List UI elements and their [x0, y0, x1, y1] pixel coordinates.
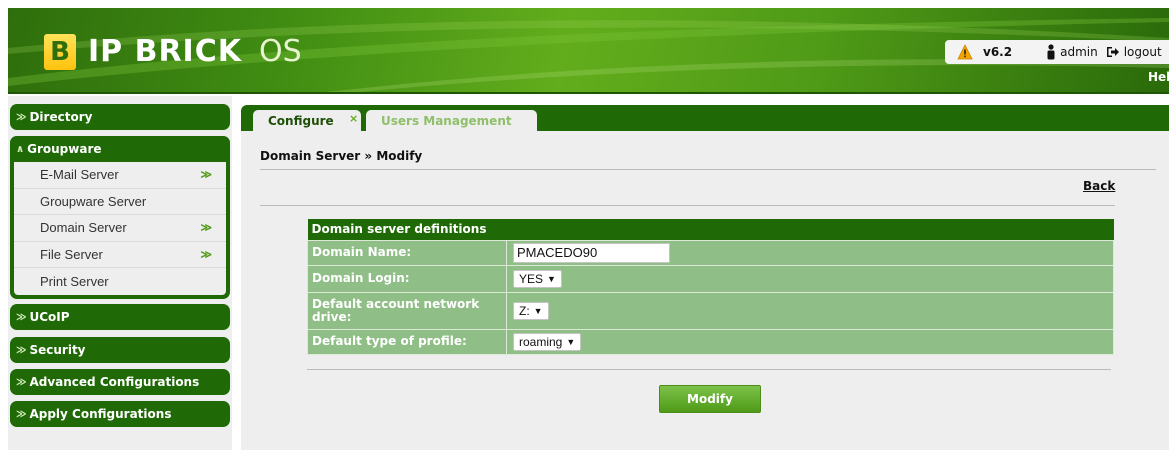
domain-name-label: Domain Name:	[307, 239, 507, 266]
dropdown-arrow-icon: ▼	[566, 336, 576, 347]
sidebar-item-label: Apply Configurations	[29, 407, 172, 421]
domain-login-label: Domain Login:	[307, 264, 507, 293]
logout-icon[interactable]	[1106, 46, 1120, 58]
logo-text: IP BRICK	[88, 34, 242, 69]
sidebar-item-security[interactable]: ≫ Security	[10, 337, 230, 363]
sidebar-item-apply-configurations[interactable]: ≫ Apply Configurations	[10, 401, 230, 427]
chevron-right-icon: ≫	[200, 222, 212, 235]
submenu-item-file-server[interactable]: File Server ≫	[14, 242, 226, 269]
tab-label: Users Management	[381, 113, 512, 128]
submenu-item-label: Print Server	[40, 274, 109, 290]
domain-login-select[interactable]: YES ▼	[513, 269, 562, 288]
chevron-right-icon: ≫	[200, 169, 212, 182]
sidebar-item-groupware[interactable]: ∧ Groupware	[10, 136, 230, 162]
sidebar-item-directory[interactable]: ≫ Directory	[10, 104, 230, 130]
groupware-submenu: E-Mail Server ≫ Groupware Server Domain …	[14, 162, 226, 295]
form-header: Domain server definitions	[307, 219, 1114, 240]
domain-server-form: Domain server definitions Domain Name: D…	[307, 219, 1114, 355]
back-link[interactable]: Back	[1083, 179, 1115, 193]
profile-type-select[interactable]: roaming ▼	[513, 332, 582, 351]
submenu-item-print-server[interactable]: Print Server	[14, 268, 226, 295]
submenu-item-label: Groupware Server	[40, 193, 147, 209]
warning-icon[interactable]	[957, 44, 973, 60]
chevron-up-icon: ∧	[16, 143, 25, 155]
sidebar-item-label: Groupware	[27, 142, 102, 156]
divider	[260, 205, 1115, 206]
user-icon	[1047, 44, 1055, 60]
sidebar-item-label: Advanced Configurations	[29, 375, 200, 389]
chevron-right-icon: ≫	[16, 408, 27, 420]
divider	[307, 369, 1111, 370]
modify-button[interactable]: Modify	[659, 385, 761, 413]
sidebar: ≫ Directory ∧ Groupware E-Mail Server ≫ …	[8, 96, 232, 450]
username-link[interactable]: admin	[1060, 45, 1098, 59]
tab-bar: Configure × Users Management	[241, 105, 1169, 131]
submenu-item-groupware-server[interactable]: Groupware Server	[14, 189, 226, 216]
divider	[260, 169, 1156, 170]
select-value: YES	[519, 271, 544, 286]
app-header: B IP BRICK OS v6.2 admin logout Help	[8, 8, 1169, 94]
dropdown-arrow-icon: ▼	[533, 305, 543, 316]
select-value: Z:	[519, 303, 530, 318]
main-content: Domain Server » Modify Back Domain serve…	[241, 131, 1169, 450]
chevron-right-icon: ≫	[16, 376, 27, 388]
user-bar: v6.2 admin logout	[945, 40, 1169, 64]
logout-link[interactable]: logout	[1124, 45, 1162, 59]
page-title: Domain Server » Modify	[260, 149, 423, 163]
help-link[interactable]: Help	[1148, 70, 1169, 84]
submenu-item-label: File Server	[40, 247, 103, 263]
chevron-right-icon: ≫	[200, 249, 212, 262]
logo-os-text: OS	[259, 34, 302, 69]
tab-configure[interactable]: Configure ×	[253, 110, 361, 131]
sidebar-item-advanced-configurations[interactable]: ≫ Advanced Configurations	[10, 369, 230, 395]
sidebar-item-label: UCoIP	[29, 310, 70, 324]
select-value: roaming	[519, 334, 563, 349]
network-drive-label: Default account network drive:	[307, 291, 507, 330]
sidebar-item-ucoip[interactable]: ≫ UCoIP	[10, 304, 230, 330]
logo-mark: B	[44, 34, 76, 70]
submenu-item-label: E-Mail Server	[40, 167, 119, 183]
sidebar-item-label: Security	[29, 343, 86, 357]
submenu-item-email-server[interactable]: E-Mail Server ≫	[14, 162, 226, 189]
submenu-item-label: Domain Server	[40, 220, 127, 236]
chevron-right-icon: ≫	[16, 111, 27, 123]
tab-label: Configure	[268, 113, 334, 128]
sidebar-item-label: Directory	[29, 110, 93, 124]
profile-type-label: Default type of profile:	[307, 328, 507, 355]
chevron-right-icon: ≫	[16, 311, 27, 323]
sidebar-group-groupware: ∧ Groupware E-Mail Server ≫ Groupware Se…	[10, 136, 230, 299]
tab-users-management[interactable]: Users Management	[366, 110, 537, 131]
domain-name-input[interactable]	[513, 242, 670, 263]
chevron-right-icon: ≫	[16, 344, 27, 356]
dropdown-arrow-icon: ▼	[547, 273, 556, 284]
network-drive-select[interactable]: Z: ▼	[513, 301, 549, 320]
close-tab-icon[interactable]: ×	[349, 112, 358, 125]
version-label: v6.2	[983, 45, 1013, 59]
submenu-item-domain-server[interactable]: Domain Server ≫	[14, 215, 226, 242]
